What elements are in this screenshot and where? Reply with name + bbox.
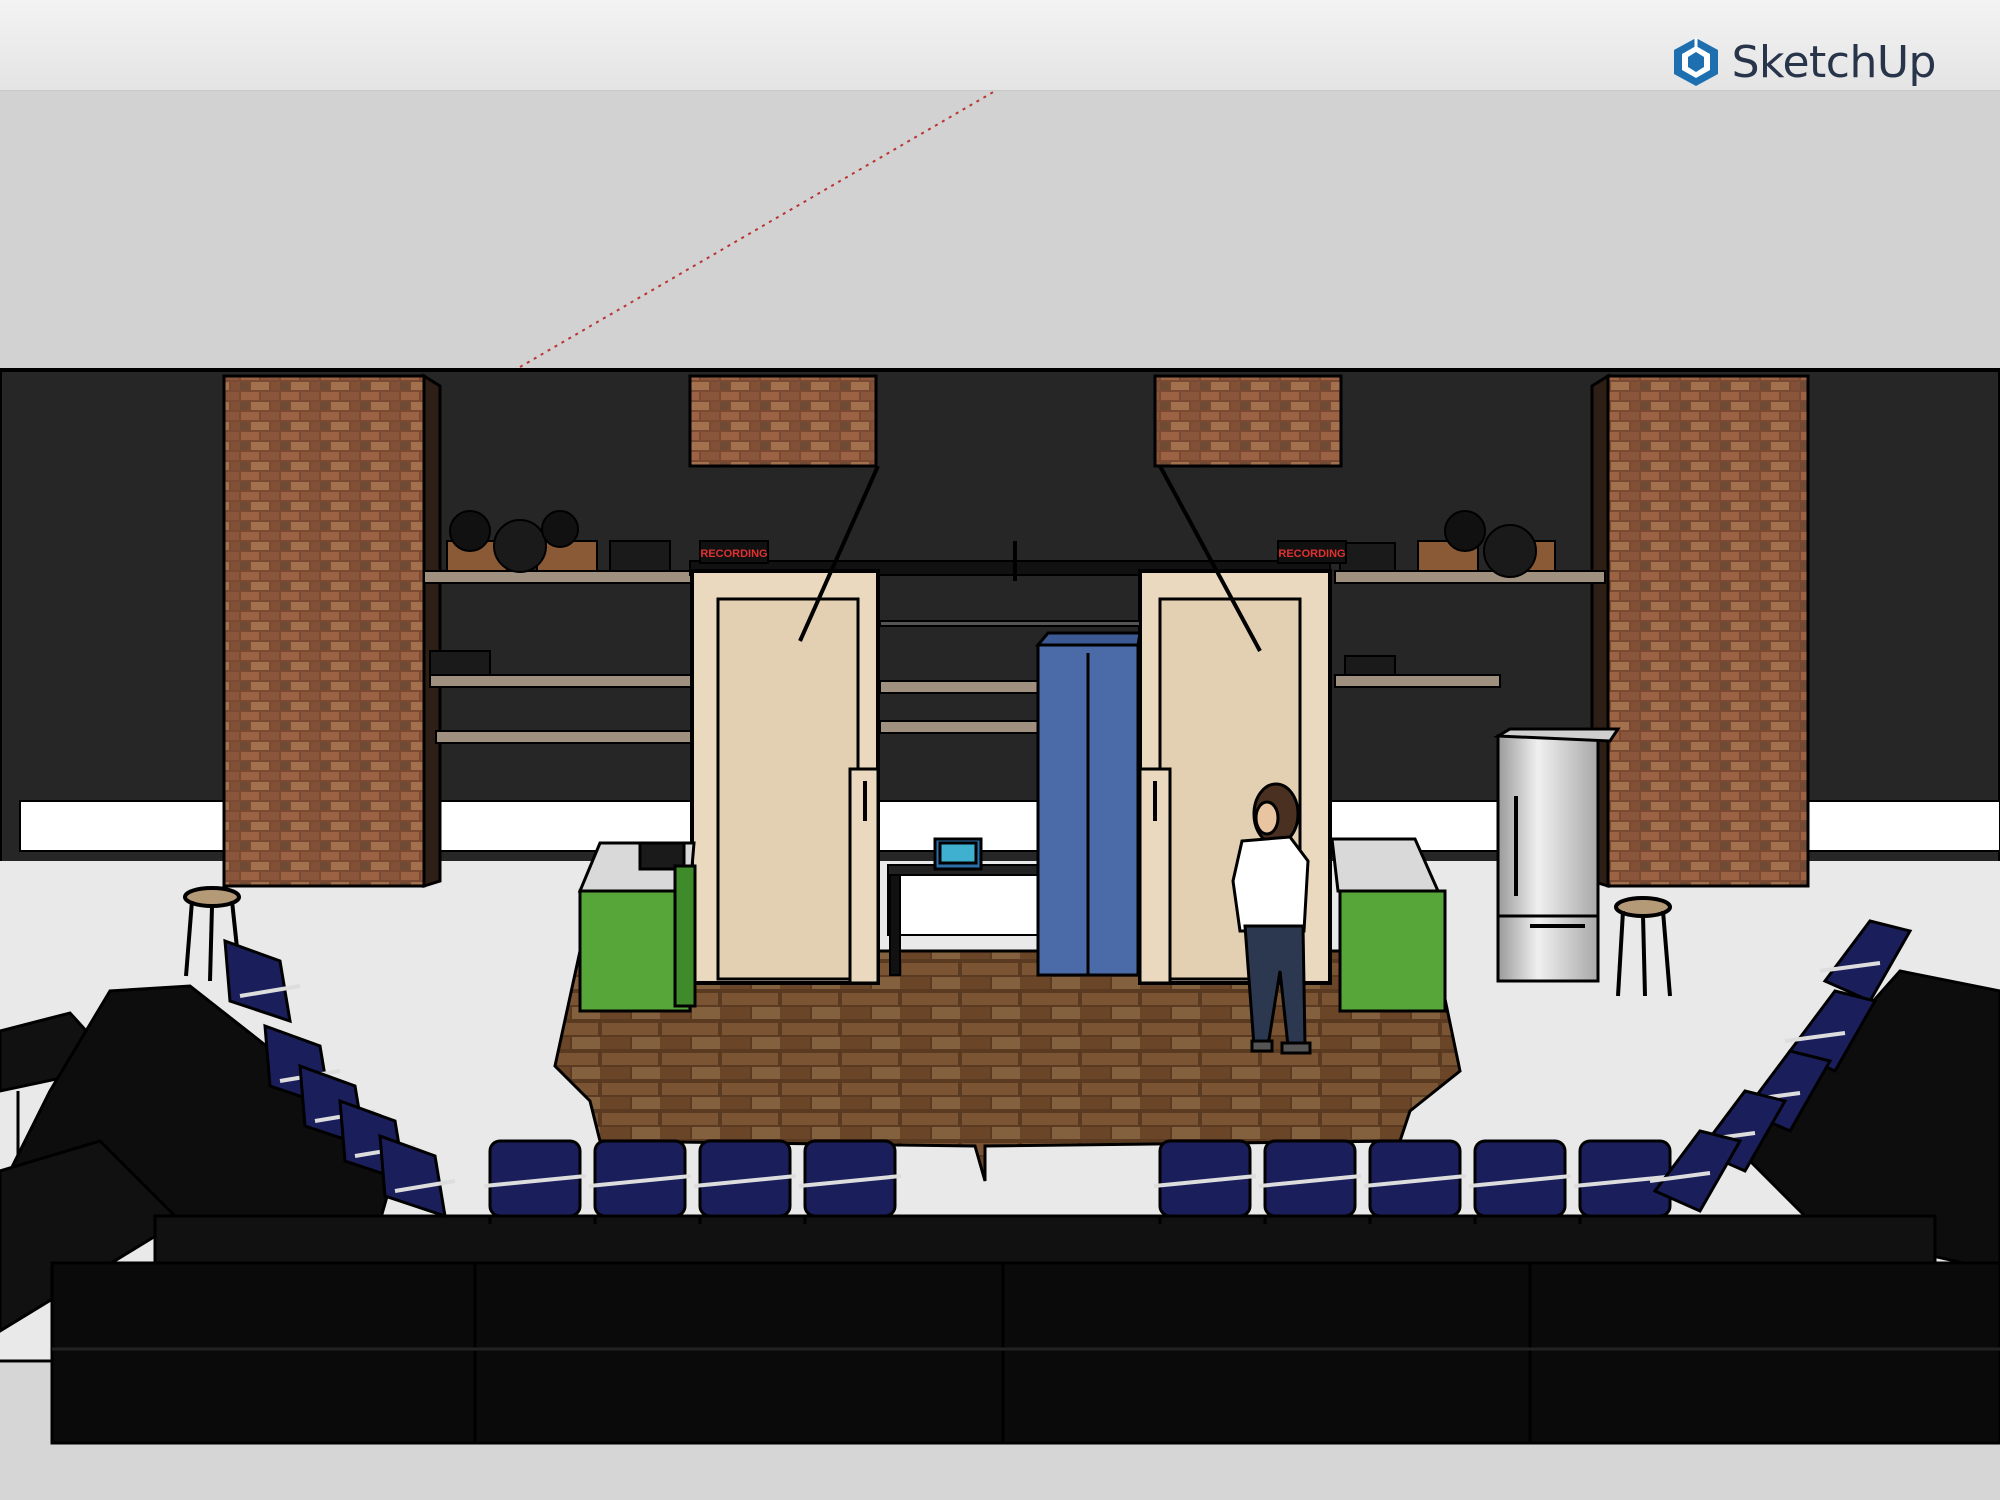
blue-cabinet — [1034, 631, 1142, 977]
front-sofa-back — [153, 1214, 1937, 1268]
model-viewport[interactable]: RECORDING RECORDING — [0, 91, 2000, 1500]
sketchup-cube-icon — [1673, 38, 1718, 86]
door-panel-left — [690, 569, 880, 985]
brick-column-mid-left — [688, 374, 878, 468]
chair — [1363, 1139, 1467, 1224]
chair — [1153, 1139, 1257, 1224]
front-sofa — [50, 1261, 2000, 1445]
sketchup-logo[interactable]: SketchUp — [1672, 34, 1937, 90]
svg-text:RECORDING: RECORDING — [1278, 548, 1345, 560]
recording-sign-left: RECORDING — [699, 540, 769, 564]
counter-left — [577, 841, 697, 1013]
brick-column-right — [1590, 373, 1810, 889]
counter-right — [1330, 837, 1447, 1013]
axis-line — [519, 91, 996, 368]
recording-sign-right: RECORDING — [1277, 540, 1347, 564]
chair — [798, 1139, 902, 1224]
svg-text:RECORDING: RECORDING — [700, 548, 767, 560]
brick-column-mid-right — [1153, 374, 1343, 468]
monitor — [933, 837, 983, 871]
chair — [483, 1139, 587, 1224]
3d-scene: RECORDING RECORDING — [0, 91, 2000, 1500]
chair — [1468, 1139, 1572, 1224]
app-name: SketchUp — [1731, 36, 1937, 88]
top-toolbar: SketchUp — [0, 0, 2000, 91]
chair — [693, 1139, 797, 1224]
chair — [588, 1139, 692, 1224]
brick-column-left — [222, 373, 442, 889]
chair — [1258, 1139, 1362, 1224]
